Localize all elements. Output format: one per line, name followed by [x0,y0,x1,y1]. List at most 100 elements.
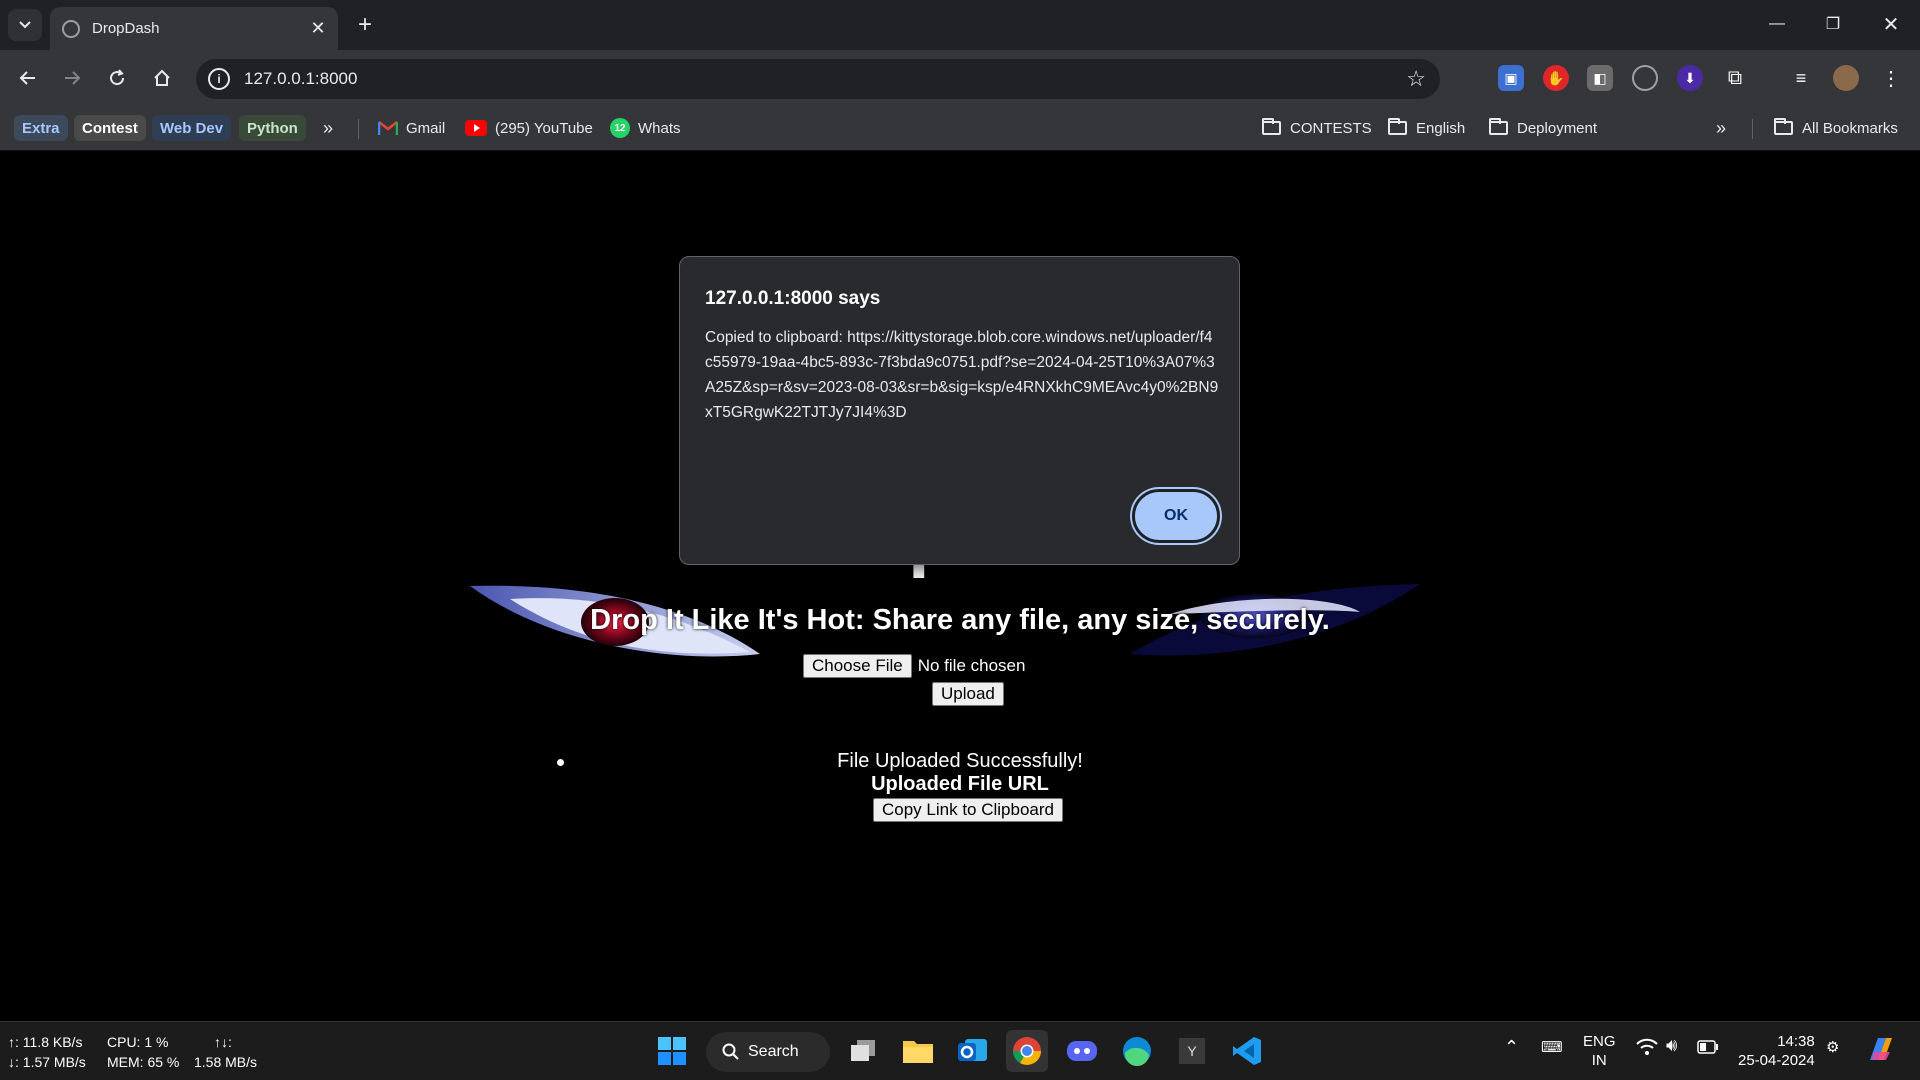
mem-usage: MEM: 65 % [107,1054,180,1070]
whatsapp-icon: 12 [610,118,630,138]
close-tab-icon[interactable]: ✕ [308,18,328,39]
gmail-label: Gmail [406,119,446,137]
upload-button[interactable]: Upload [932,682,1004,706]
language-code: ENG [1583,1033,1616,1050]
language-indicator[interactable]: ENG IN [1583,1032,1616,1070]
folder-label: Deployment [1517,119,1598,137]
net-up: ↑: 11.8 KB/s [8,1034,83,1050]
search-icon [722,1043,739,1060]
extension-stop-icon[interactable]: ✋ [1543,65,1569,91]
chevron-down-icon [19,21,31,29]
reading-list-icon[interactable]: ≡ [1788,65,1814,91]
tab-dropdash[interactable]: DropDash ✕ [50,7,338,50]
forward-button[interactable] [56,62,88,94]
chrome-icon[interactable] [1006,1030,1048,1072]
windows-logo-icon [658,1037,686,1065]
copilot-icon[interactable] [1864,1032,1898,1071]
page-tagline: Drop It Like It's Hot: Share any file, a… [590,604,1330,636]
clock-date: 25-04-2024 [1738,1052,1815,1069]
volume-icon[interactable]: 🔊︎ [1666,1036,1677,1055]
edge-icon[interactable] [1116,1030,1158,1072]
windows-taskbar: ↑: 11.8 KB/s ↓: 1.57 MB/s CPU: 1 % MEM: … [0,1021,1920,1080]
folder-icon [1262,118,1281,135]
restore-button[interactable]: ❐ [1808,8,1858,40]
all-bookmarks-label: All Bookmarks [1802,119,1898,137]
file-input[interactable]: Choose File No file chosen [803,654,1025,678]
page-viewport: DropDash Drop It Like It's Hot: Share an… [0,152,1920,1021]
clock[interactable]: 14:38 25-04-2024 [1738,1032,1815,1070]
keyboard-icon[interactable]: ⌨ [1541,1038,1563,1057]
bookmark-gmail[interactable]: Gmail [378,115,445,141]
taskbar-search[interactable]: Search [706,1032,830,1072]
vscode-icon[interactable] [1226,1030,1268,1072]
discord-icon[interactable] [1061,1030,1103,1072]
back-button[interactable] [12,62,44,94]
more-bookmarks-chevron-icon[interactable]: » [323,115,333,141]
gmail-icon [378,121,398,135]
io-value: 1.58 MB/s [194,1054,258,1070]
address-bar[interactable]: i 127.0.0.1:8000 ☆ [196,59,1440,99]
new-tab-button[interactable]: + [350,11,380,39]
url-text[interactable]: 127.0.0.1:8000 [244,69,357,89]
extension-circle-icon[interactable] [1632,65,1658,91]
all-bookmarks[interactable]: All Bookmarks [1774,115,1898,141]
extension-screen-icon[interactable]: ▣ [1498,65,1524,91]
wifi-icon[interactable] [1636,1038,1658,1061]
extensions-puzzle-icon[interactable]: ⧉ [1722,65,1748,91]
minimize-button[interactable]: — [1752,8,1802,40]
more-folders-chevron-icon[interactable]: » [1716,115,1726,141]
clock-time: 14:38 [1777,1033,1815,1050]
dialog-message: Copied to clipboard: https://kittystorag… [705,329,1219,421]
bookmark-folder-contests[interactable]: CONTESTS [1262,115,1372,141]
home-icon [154,69,170,86]
tab-strip: DropDash ✕ + — ❐ ✕ [0,0,1920,50]
battery-icon[interactable] [1697,1040,1719,1059]
youtube-icon [465,120,487,136]
arrow-right-icon [65,71,81,85]
window-close-button[interactable]: ✕ [1866,8,1916,40]
search-label: Search [748,1043,799,1060]
upload-success-message: File Uploaded Successfully! [837,750,1083,772]
outlook-icon[interactable] [952,1030,994,1072]
folder-label: English [1416,119,1466,137]
home-button[interactable] [146,62,178,94]
bookmark-divider [1752,119,1753,139]
cpu-usage: CPU: 1 % [107,1034,169,1050]
bookmark-web-dev[interactable]: Web Dev [152,115,232,141]
bookmark-star-icon[interactable]: ☆ [1406,66,1426,92]
globe-icon [62,19,80,38]
dialog-ok-button[interactable]: OK [1132,489,1220,543]
extension-puzzle-grey-icon[interactable]: ◧ [1587,65,1613,91]
bookmark-extra[interactable]: Extra [14,115,68,141]
bookmark-youtube[interactable]: (295) YouTube [465,115,593,141]
notification-settings-icon[interactable]: ⚙ [1826,1038,1839,1057]
show-hidden-icons-chevron-icon[interactable]: ⌃ [1504,1038,1519,1057]
bookmark-folder-deployment[interactable]: Deployment [1489,115,1597,141]
file-explorer-icon[interactable] [897,1030,939,1072]
bookmark-whatsapp[interactable]: 12 Whats [610,115,681,141]
profile-avatar[interactable] [1833,65,1859,91]
task-view-icon[interactable] [842,1030,884,1072]
choose-file-button[interactable]: Choose File [803,654,912,678]
start-button[interactable] [651,1030,693,1072]
extension-download-icon[interactable]: ⬇ [1677,65,1703,91]
folder-label: CONTESTS [1290,119,1372,137]
yahoo-app-icon[interactable]: Y [1171,1030,1213,1072]
language-region: IN [1591,1052,1607,1069]
folder-icon [1489,118,1508,135]
io-widget: ↑↓: 1.58 MB/s [194,1032,257,1072]
folder-icon [1774,118,1793,135]
alert-dialog: 127.0.0.1:8000 says Copied to clipboard:… [679,256,1240,565]
reload-button[interactable] [101,62,133,94]
copy-link-button[interactable]: Copy Link to Clipboard [873,798,1063,822]
bookmark-folder-english[interactable]: English [1388,115,1465,141]
menu-kebab-icon[interactable]: ⋮ [1878,65,1904,91]
site-info-icon[interactable]: i [208,68,230,90]
uploaded-url-heading: Uploaded File URL [871,773,1049,795]
no-file-chosen-text: No file chosen [917,656,1026,675]
bookmark-python[interactable]: Python [239,115,306,141]
bookmark-divider [358,119,359,139]
dialog-title: 127.0.0.1:8000 says [705,288,881,309]
tab-search-button[interactable] [8,9,42,41]
bookmark-contest[interactable]: Contest [74,115,146,141]
